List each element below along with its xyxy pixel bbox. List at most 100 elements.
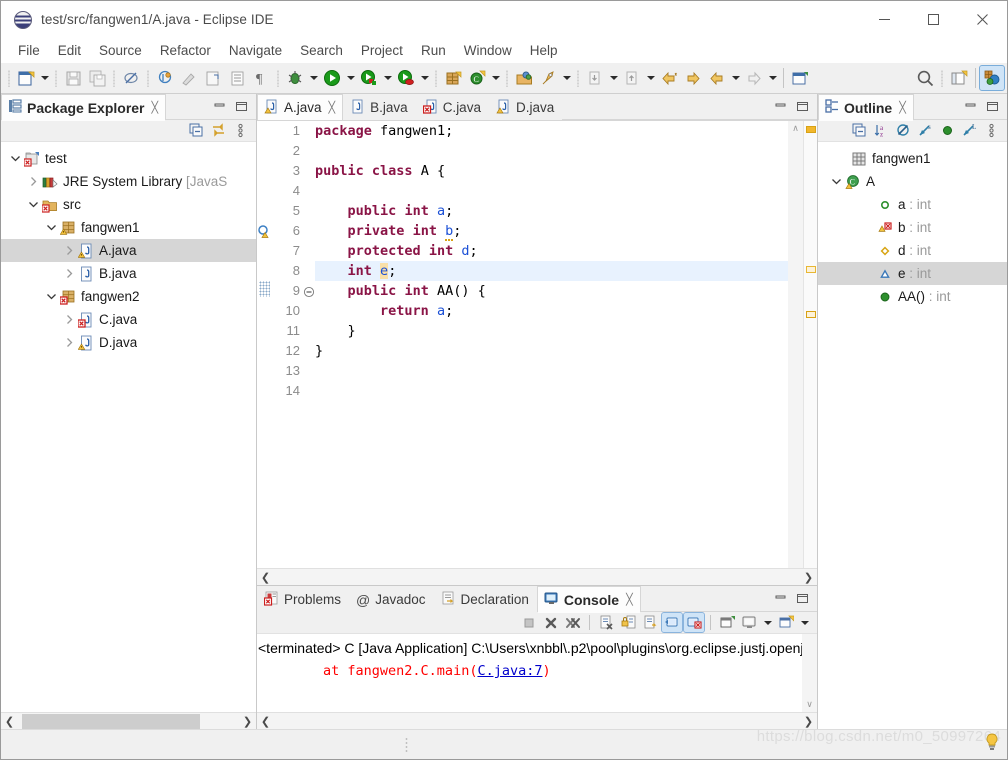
code-line[interactable] bbox=[315, 141, 788, 161]
word-wrap-icon[interactable] bbox=[640, 613, 660, 632]
view-menu-icon[interactable] bbox=[981, 121, 1001, 140]
chevron-right-icon[interactable] bbox=[61, 314, 77, 325]
menu-window[interactable]: Window bbox=[455, 40, 521, 61]
overview-marker-warning[interactable] bbox=[806, 126, 816, 133]
coverage-dropdown[interactable] bbox=[381, 66, 394, 90]
console-hscrollbar[interactable]: ❮ ❯ bbox=[257, 712, 817, 729]
chevron-right-icon[interactable] bbox=[25, 176, 41, 187]
previous-annotation-dropdown[interactable] bbox=[644, 66, 657, 90]
close-button[interactable] bbox=[958, 1, 1007, 38]
scroll-left-icon[interactable]: ❮ bbox=[257, 715, 274, 728]
open-console-icon[interactable] bbox=[717, 613, 737, 632]
tree-item-c-java[interactable]: C.java bbox=[1, 308, 256, 331]
new-console-icon[interactable] bbox=[739, 613, 759, 632]
code-line[interactable]: public int AA() { bbox=[315, 281, 788, 301]
code-line[interactable]: } bbox=[315, 341, 788, 361]
tree-item-b-java[interactable]: B.java bbox=[1, 262, 256, 285]
tab-d-java[interactable]: D.java bbox=[488, 94, 563, 120]
last-edit-dropdown[interactable] bbox=[729, 66, 742, 90]
tab-b-java[interactable]: B.java bbox=[343, 94, 416, 120]
collapse-all-icon[interactable] bbox=[849, 121, 869, 140]
save-icon[interactable] bbox=[61, 66, 85, 90]
chevron-down-icon[interactable] bbox=[7, 153, 23, 164]
tab-c-java[interactable]: C.java bbox=[415, 94, 489, 120]
warning-annotation-icon[interactable] bbox=[258, 225, 271, 244]
editor-hscrollbar[interactable]: ❮ ❯ bbox=[257, 568, 817, 585]
maximize-button[interactable] bbox=[909, 1, 958, 38]
hide-fields-icon[interactable] bbox=[893, 121, 913, 140]
remove-x-icon[interactable] bbox=[541, 613, 561, 632]
new-window-icon[interactable] bbox=[788, 66, 812, 90]
hscroll-track[interactable] bbox=[274, 713, 800, 730]
outline-item-e[interactable]: e : int bbox=[818, 262, 1007, 285]
fold-collapse-icon[interactable] bbox=[303, 285, 315, 303]
tree-item-d-java[interactable]: D.java bbox=[1, 331, 256, 354]
minimize-view-icon[interactable] bbox=[774, 592, 787, 605]
hide-static-icon[interactable]: s bbox=[915, 121, 935, 140]
back-arrow-icon[interactable] bbox=[657, 66, 681, 90]
forward-arrow-icon[interactable] bbox=[681, 66, 705, 90]
code-line[interactable]: return a; bbox=[315, 301, 788, 321]
run-dropdown[interactable] bbox=[344, 66, 357, 90]
console-vscrollbar[interactable]: ∨ bbox=[802, 634, 817, 712]
chevron-down-icon[interactable] bbox=[43, 222, 59, 233]
scroll-right-icon[interactable]: ❯ bbox=[239, 715, 256, 728]
view-menu-icon[interactable] bbox=[230, 121, 250, 140]
new-console-view-icon[interactable] bbox=[776, 613, 796, 632]
maximize-view-icon[interactable] bbox=[235, 100, 248, 113]
console-text-content[interactable]: <terminated> C [Java Application] C:\Use… bbox=[257, 634, 817, 712]
outline-item-d[interactable]: d : int bbox=[818, 239, 1007, 262]
document-icon[interactable] bbox=[225, 66, 249, 90]
debug-bug-icon[interactable] bbox=[283, 66, 307, 90]
tip-of-day-icon[interactable] bbox=[985, 733, 999, 751]
chevron-down-icon[interactable] bbox=[43, 291, 59, 302]
minimize-view-icon[interactable] bbox=[964, 100, 977, 113]
close-icon[interactable]: ╳ bbox=[152, 101, 159, 114]
code-line[interactable]: public class A { bbox=[315, 161, 788, 181]
scroll-lock-icon[interactable] bbox=[618, 613, 638, 632]
console-view-dropdown[interactable] bbox=[761, 611, 774, 635]
outline-item-aa[interactable]: AA() : int bbox=[818, 285, 1007, 308]
close-icon[interactable]: ╳ bbox=[329, 101, 336, 114]
scroll-up-icon[interactable]: ∧ bbox=[788, 121, 803, 136]
overview-marker-warning[interactable] bbox=[806, 311, 816, 318]
close-icon[interactable]: ╳ bbox=[899, 101, 906, 114]
tab-package-explorer[interactable]: Package Explorer ╳ bbox=[1, 94, 167, 121]
sort-az-icon[interactable]: az bbox=[871, 121, 891, 140]
scroll-left-icon[interactable]: ❮ bbox=[1, 715, 18, 728]
menu-file[interactable]: File bbox=[9, 40, 49, 61]
open-type-icon[interactable] bbox=[512, 66, 536, 90]
open-perspective-icon[interactable] bbox=[947, 66, 971, 90]
run-play-icon[interactable] bbox=[320, 66, 344, 90]
profile-dropdown[interactable] bbox=[418, 66, 431, 90]
editor-text-area[interactable]: 1 2 3 4 5 6 7 8 9 10 11 12 13 14 package fangwen1; pu… bbox=[257, 120, 817, 568]
coverage-icon[interactable] bbox=[357, 66, 381, 90]
tab-declaration[interactable]: Declaration bbox=[433, 586, 537, 612]
console-output[interactable]: <terminated> C [Java Application] C:\Use… bbox=[257, 634, 817, 712]
code-line[interactable]: private int b; bbox=[315, 221, 788, 241]
menu-help[interactable]: Help bbox=[521, 40, 567, 61]
rocket-icon[interactable] bbox=[536, 66, 560, 90]
code-line[interactable]: } bbox=[315, 321, 788, 341]
package-explorer-hscrollbar[interactable]: ❮ ❯ bbox=[1, 712, 256, 729]
tab-javadoc[interactable]: @ Javadoc bbox=[349, 586, 434, 612]
code-line[interactable]: package fangwen1; bbox=[315, 121, 788, 141]
overview-ruler[interactable] bbox=[803, 121, 817, 568]
annotation-ruler[interactable] bbox=[257, 121, 273, 568]
new-console-dropdown[interactable] bbox=[798, 611, 811, 635]
outline-item-a[interactable]: a : int bbox=[818, 193, 1007, 216]
chevron-down-icon[interactable] bbox=[828, 176, 844, 187]
rocket-dropdown[interactable] bbox=[560, 66, 573, 90]
remove-all-x-icon[interactable] bbox=[563, 613, 583, 632]
tree-item-test[interactable]: test bbox=[1, 147, 256, 170]
tree-item-fangwen2[interactable]: fangwen2 bbox=[1, 285, 256, 308]
link-editor-icon[interactable] bbox=[208, 121, 228, 140]
menu-navigate[interactable]: Navigate bbox=[220, 40, 291, 61]
code-line[interactable] bbox=[315, 381, 788, 401]
editor-vscrollbar[interactable]: ∧ bbox=[788, 121, 803, 568]
code-line[interactable] bbox=[315, 361, 788, 381]
previous-annotation-icon[interactable] bbox=[620, 66, 644, 90]
save-all-icon[interactable] bbox=[85, 66, 109, 90]
stacktrace-link[interactable]: C.java:7 bbox=[477, 663, 542, 679]
maximize-view-icon[interactable] bbox=[796, 592, 809, 605]
